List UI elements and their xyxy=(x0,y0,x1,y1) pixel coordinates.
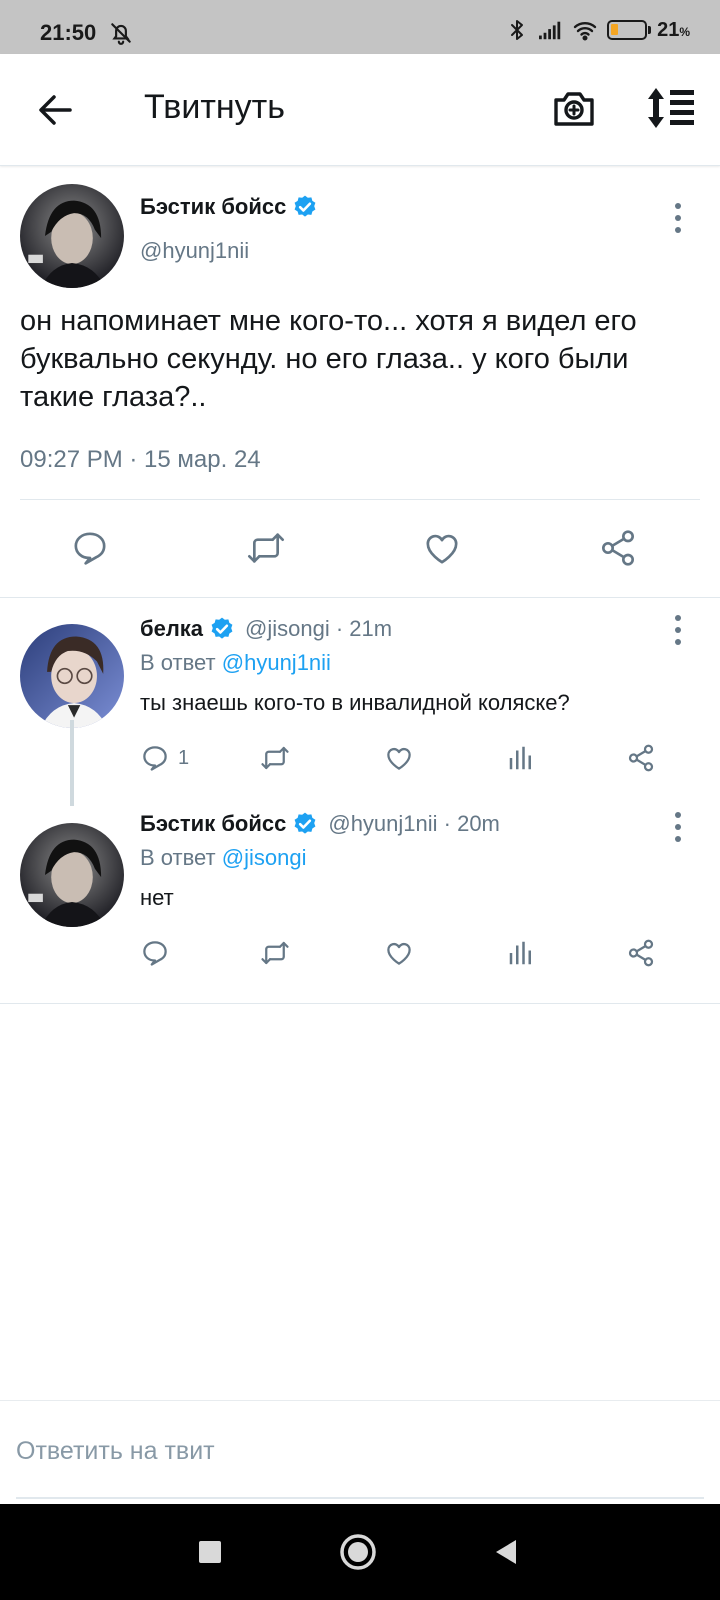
reply-to-link[interactable]: @hyunj1nii xyxy=(222,650,331,675)
tweet-timestamp: 09:27 PM · 15 мар. 24 xyxy=(20,446,261,473)
share-icon xyxy=(628,939,654,967)
like-button[interactable] xyxy=(384,937,414,969)
back-nav-icon[interactable] xyxy=(486,1532,526,1572)
app-header: Твитнуть xyxy=(0,54,720,166)
back-arrow-icon[interactable] xyxy=(36,92,76,128)
status-bar: 21:50 21% xyxy=(0,0,720,54)
reply-icon xyxy=(143,941,167,966)
reply-icon xyxy=(143,746,167,771)
author-name[interactable]: белка xyxy=(140,616,203,642)
reply-text: нет xyxy=(140,885,174,910)
avatar[interactable] xyxy=(20,184,124,288)
home-icon[interactable] xyxy=(338,1532,378,1572)
like-icon xyxy=(387,942,411,965)
retweet-icon xyxy=(261,746,289,770)
reply-tweet: белка @jisongi · 21m В ответ @hyunj1nii … xyxy=(0,598,720,806)
author-handle[interactable]: @hyunj1nii xyxy=(140,238,249,264)
avatar[interactable] xyxy=(20,823,124,927)
stats-icon xyxy=(509,941,531,965)
stats-icon xyxy=(509,746,531,770)
reply-count: 1 xyxy=(178,746,190,769)
handle-time: @jisongi · 21m xyxy=(245,616,393,641)
verified-badge-icon xyxy=(294,812,316,834)
system-nav-bar xyxy=(0,1504,720,1600)
reply-to-prefix: В ответ xyxy=(140,845,216,870)
page-title: Твитнуть xyxy=(144,88,285,126)
verified-badge-icon xyxy=(211,617,233,639)
author-name[interactable]: Бэстик бойсс xyxy=(140,811,286,837)
like-icon xyxy=(387,747,411,770)
reply-to-line: В ответ @hyunj1nii xyxy=(140,650,331,676)
retweet-button[interactable] xyxy=(260,937,290,969)
reply-to-prefix: В ответ xyxy=(140,650,216,675)
retweet-button[interactable] xyxy=(260,742,290,774)
reply-button[interactable] xyxy=(70,528,110,568)
retweet-icon xyxy=(261,941,289,965)
input-underline xyxy=(16,1497,704,1499)
wifi-icon xyxy=(573,22,597,41)
reply-to-link[interactable]: @jisongi xyxy=(222,845,307,870)
battery-percent: 21% xyxy=(657,18,690,41)
stats-button[interactable] xyxy=(506,937,536,969)
handle-time: @hyunj1nii · 20m xyxy=(328,811,500,836)
sort-icon[interactable] xyxy=(646,88,698,128)
like-icon xyxy=(426,534,458,564)
status-time: 21:50 xyxy=(40,20,97,45)
stats-button[interactable] xyxy=(506,742,536,774)
tweet-text: он напоминает мне кого-то... хотя я виде… xyxy=(20,305,637,413)
camera-plus-icon[interactable] xyxy=(552,88,596,128)
reply-to-line: В ответ @jisongi xyxy=(140,845,306,871)
share-button[interactable] xyxy=(626,742,656,774)
avatar[interactable] xyxy=(20,624,124,728)
more-options-icon[interactable] xyxy=(668,200,688,236)
like-button[interactable] xyxy=(384,742,414,774)
thread-line xyxy=(70,720,74,806)
signal-icon xyxy=(539,21,561,40)
status-icons: 21% xyxy=(505,18,690,42)
recent-apps-icon[interactable] xyxy=(190,1532,230,1572)
reply-actions: 1 xyxy=(140,742,680,774)
reply-tweet: Бэстик бойсс @hyunj1nii · 20m В ответ @j… xyxy=(0,803,720,1003)
share-icon xyxy=(602,530,634,566)
retweet-button[interactable] xyxy=(246,528,286,568)
reply-icon xyxy=(74,532,106,565)
author-name[interactable]: Бэстик бойсс xyxy=(140,194,286,220)
bell-off-icon xyxy=(111,23,131,45)
share-button[interactable] xyxy=(626,937,656,969)
reply-input[interactable] xyxy=(16,1429,704,1473)
reply-text: ты знаешь кого-то в инвалидной коляске? xyxy=(140,690,570,715)
author-row: Бэстик бойсс xyxy=(140,194,318,220)
verified-badge-icon xyxy=(294,195,316,217)
bluetooth-icon xyxy=(511,20,524,40)
reply-button[interactable]: 1 xyxy=(140,742,189,774)
reply-header: белка @jisongi · 21m xyxy=(140,616,392,642)
share-icon xyxy=(628,744,654,772)
more-options-icon[interactable] xyxy=(668,612,688,648)
main-tweet: Бэстик бойсс @hyunj1nii он напоминает мн… xyxy=(0,166,720,598)
share-button[interactable] xyxy=(598,528,638,568)
more-options-icon[interactable] xyxy=(668,809,688,845)
divider xyxy=(0,1003,720,1004)
divider xyxy=(20,499,700,500)
reply-compose xyxy=(0,1400,720,1504)
battery-icon: 21% xyxy=(607,19,690,42)
reply-header: Бэстик бойсс @hyunj1nii · 20m xyxy=(140,811,500,837)
reply-actions xyxy=(140,937,680,969)
retweet-icon xyxy=(248,533,284,563)
like-button[interactable] xyxy=(422,528,462,568)
battery-fill xyxy=(611,24,619,35)
reply-button[interactable] xyxy=(140,937,178,969)
